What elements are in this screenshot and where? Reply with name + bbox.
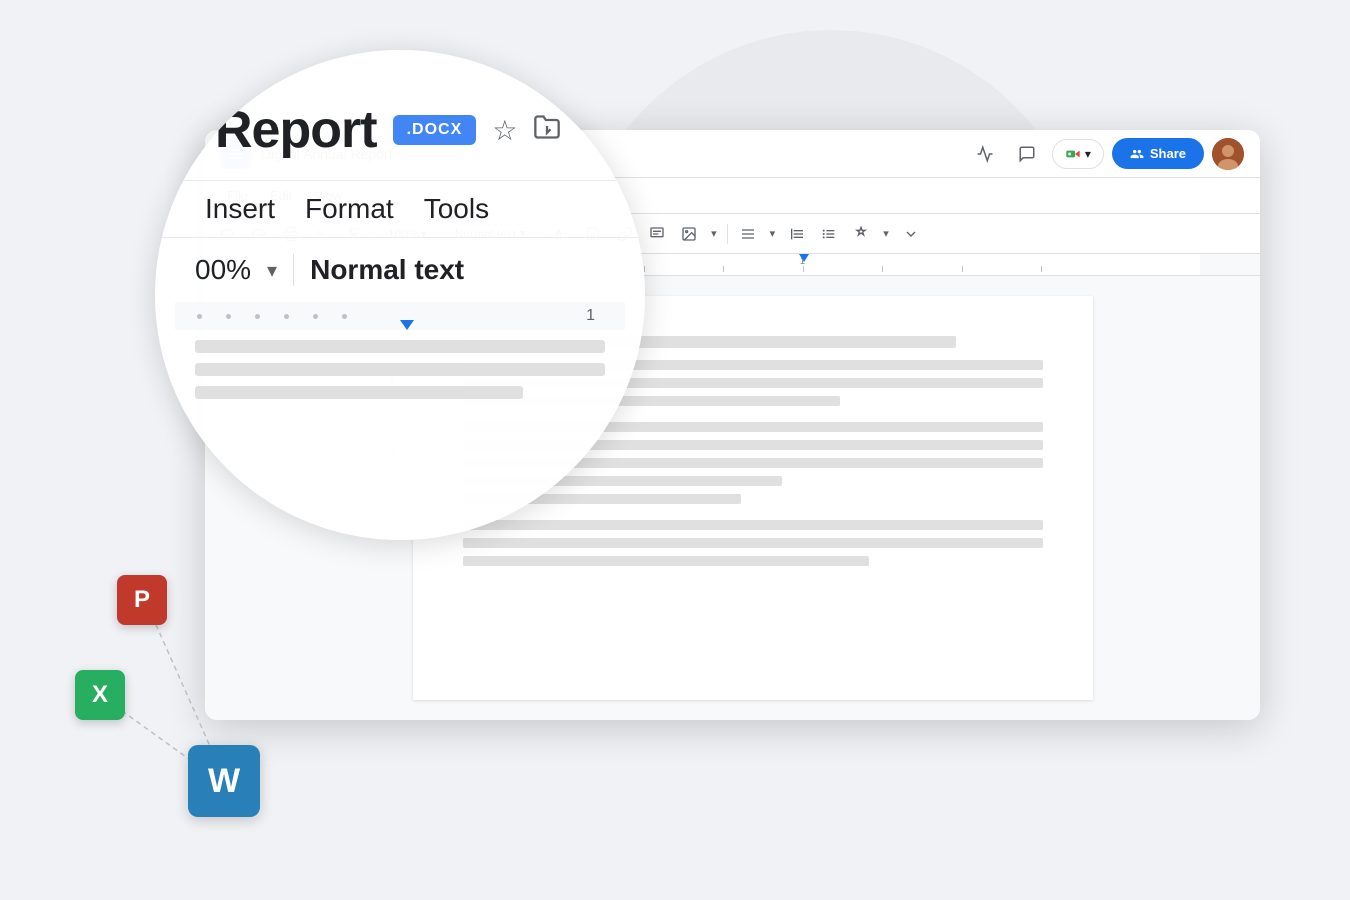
doc-line-11 bbox=[463, 538, 1043, 548]
text-color-2-button[interactable] bbox=[847, 220, 875, 248]
expand-button[interactable] bbox=[897, 220, 925, 248]
bullets-button[interactable] bbox=[815, 220, 843, 248]
image-button[interactable] bbox=[675, 220, 703, 248]
comments-icon[interactable] bbox=[1010, 137, 1044, 171]
zoom-folder-icon bbox=[533, 113, 561, 148]
title-right-controls: ▾ Share bbox=[968, 137, 1244, 171]
text-color-dropdown[interactable]: ▾ bbox=[879, 225, 893, 242]
zoom-ruler: 1 bbox=[175, 302, 625, 330]
word-icon: W bbox=[188, 745, 260, 817]
comment-button[interactable] bbox=[643, 220, 671, 248]
zoom-docx-badge: .DOCX bbox=[393, 115, 477, 145]
line-spacing-button[interactable] bbox=[783, 220, 811, 248]
zoom-doc-title: Report bbox=[215, 100, 377, 160]
zoom-menu-bar: Insert Format Tools bbox=[155, 180, 645, 238]
zoom-normal-text: Normal text bbox=[310, 254, 464, 286]
analytics-icon[interactable] bbox=[968, 137, 1002, 171]
zoom-doc-line-3 bbox=[195, 386, 523, 399]
zoom-dropdown-arrow: ▾ bbox=[267, 258, 277, 283]
toolbar-separator-4 bbox=[727, 224, 728, 244]
zoom-toolbar-separator bbox=[293, 254, 294, 286]
powerpoint-icon: P bbox=[117, 575, 167, 625]
doc-line-10 bbox=[463, 520, 1043, 530]
image-dropdown[interactable]: ▾ bbox=[707, 225, 721, 242]
zoom-menu-tools[interactable]: Tools bbox=[414, 189, 499, 229]
zoom-toolbar-area: 00% ▾ Normal text bbox=[155, 238, 645, 302]
zoom-star-icon: ☆ bbox=[492, 114, 517, 147]
user-avatar[interactable] bbox=[1212, 138, 1244, 170]
zoom-percent-text: 00% bbox=[195, 254, 251, 286]
zoom-doc-lines bbox=[155, 330, 645, 409]
share-button[interactable]: Share bbox=[1112, 138, 1204, 169]
zoom-doc-line-1 bbox=[195, 340, 605, 353]
meet-button[interactable]: ▾ bbox=[1052, 139, 1104, 169]
align-button[interactable] bbox=[734, 220, 762, 248]
zoom-title-area: Report .DOCX ☆ bbox=[155, 50, 645, 180]
zoom-circle-overlay: Report .DOCX ☆ Insert Format Tools 00% ▾… bbox=[155, 50, 645, 540]
excel-icon: X bbox=[75, 670, 125, 720]
zoom-menu-format[interactable]: Format bbox=[295, 189, 404, 229]
doc-line-12 bbox=[463, 556, 869, 566]
zoom-doc-line-2 bbox=[195, 363, 605, 376]
align-dropdown[interactable]: ▾ bbox=[766, 225, 780, 242]
zoom-menu-insert[interactable]: Insert bbox=[195, 189, 285, 229]
